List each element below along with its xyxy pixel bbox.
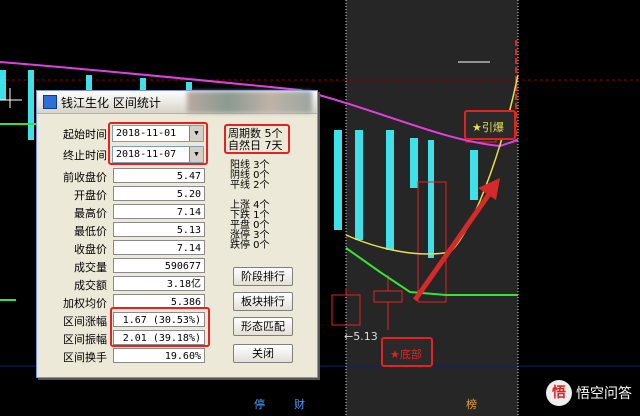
field-label: 成交量: [74, 261, 107, 274]
bottom-annotation-box: ★底部: [381, 337, 433, 367]
field-value: 7.14: [113, 204, 205, 219]
candle: [28, 70, 34, 140]
field-value: 19.60%: [113, 348, 205, 363]
candle: [0, 70, 6, 100]
blurred-titlebar-area: [187, 91, 312, 113]
field-label: 开盘价: [74, 189, 107, 202]
close-button[interactable]: 关闭: [233, 344, 293, 363]
pattern-match-button[interactable]: 形态匹配: [233, 317, 293, 336]
footer-marker[interactable]: 榜: [466, 396, 477, 412]
field-value: 7.14: [113, 240, 205, 255]
breakout-annotation-box: ★引爆: [464, 110, 516, 140]
candle: [386, 130, 394, 250]
change-range-highlight: [110, 307, 210, 347]
breakout-annotation-label: ★引爆: [472, 121, 504, 134]
field-value: 3.18亿: [113, 276, 205, 291]
field-label: 最低价: [74, 225, 107, 238]
field-label: 区间换手: [63, 351, 107, 364]
field-label: 区间振幅: [63, 333, 107, 346]
field-value: 590677: [113, 258, 205, 273]
candle: [428, 140, 434, 258]
field-label: 区间涨幅: [63, 315, 107, 328]
field-label: 收盘价: [74, 243, 107, 256]
interval-stats-dialog: 钱江生化 区间统计 起始时间 2018-11-01 ▼ 终止时间 2018-11…: [36, 90, 318, 378]
field-label: 加权均价: [63, 297, 107, 310]
footer-marker[interactable]: 停: [254, 396, 265, 412]
field-label: 成交额: [74, 279, 107, 292]
period-highlight: [224, 124, 290, 154]
sector-ranking-button[interactable]: 板块排行: [233, 292, 293, 311]
candle: [355, 130, 363, 240]
candle: [470, 150, 478, 200]
app-icon: [43, 95, 57, 109]
flat-line-count: 平线 2个: [230, 180, 270, 191]
field-value: 5.20: [113, 186, 205, 201]
low-price-label: ←5.13: [344, 330, 378, 343]
dialog-title: 钱江生化 区间统计: [61, 95, 161, 110]
field-label: 前收盘价: [63, 171, 107, 184]
bottom-annotation-label: ★底部: [390, 348, 422, 361]
watermark: 悟 悟空问答: [546, 380, 632, 406]
field-value: 5.13: [113, 222, 205, 237]
start-time-label: 起始时间: [63, 128, 107, 141]
end-time-label: 终止时间: [63, 149, 107, 162]
date-range-highlight: [108, 122, 208, 165]
field-value: 5.47: [113, 168, 205, 183]
stage-ranking-button[interactable]: 阶段排行: [233, 267, 293, 286]
field-label: 最高价: [74, 207, 107, 220]
limit-down-count: 跌停 0个: [230, 240, 270, 251]
watermark-text: 悟空问答: [576, 386, 632, 402]
candle: [410, 138, 418, 188]
candle: [334, 130, 342, 230]
footer-marker[interactable]: 财: [294, 396, 305, 412]
watermark-logo-icon: 悟: [546, 380, 572, 406]
